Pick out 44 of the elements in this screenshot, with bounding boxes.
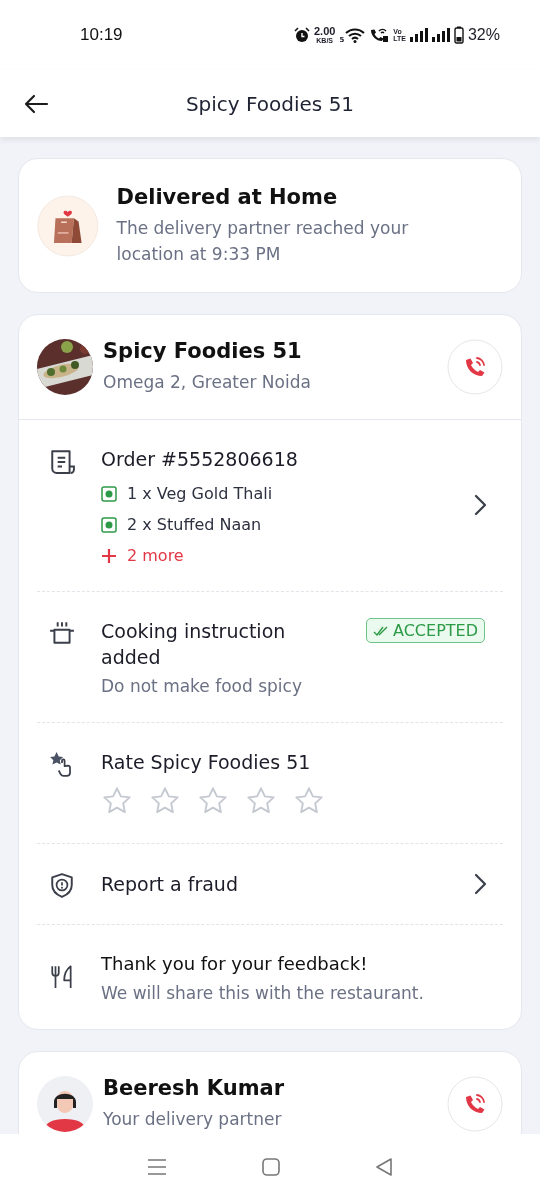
network-speed: 2.00 [313, 26, 336, 37]
report-fraud-link[interactable]: Report a fraud [101, 871, 473, 897]
partner-name: Beeresh Kumar [103, 1076, 286, 1100]
status-title: Delivered at Home [116, 185, 339, 209]
instruction-title: Cooking instruction added [101, 619, 287, 670]
wifi-icon [345, 27, 366, 43]
order-number: Order #5552806618 [101, 447, 299, 472]
back-icon[interactable] [23, 93, 49, 114]
feedback-note: We will share this with the restaurant. [101, 983, 425, 1003]
alarm-icon [293, 27, 310, 43]
signal-icon [409, 28, 428, 42]
wifi-calling-icon [369, 27, 390, 43]
restaurant-name: Spicy Foodies 51 [103, 339, 303, 363]
call-button[interactable] [447, 339, 503, 395]
plus-icon [101, 547, 117, 564]
cutlery-icon [49, 963, 75, 989]
more-items-link[interactable]: 2 more [127, 546, 184, 565]
order-item: 1 x Veg Gold Thali [127, 484, 273, 503]
receipt-icon [49, 448, 75, 474]
partner-role: Your delivery partner [103, 1108, 283, 1131]
chevron-right-icon [473, 873, 487, 895]
order-item: 2 x Stuffed Naan [127, 515, 262, 534]
veg-mark-icon [101, 516, 117, 533]
restaurant-address: Omega 2, Greater Noida [103, 371, 312, 394]
battery-percent: 32% [467, 26, 500, 44]
rating-prompt: Rate Spicy Foodies 51 [101, 750, 312, 775]
home-icon[interactable] [261, 1157, 281, 1177]
instruction-note: Do not make food spicy [101, 676, 303, 696]
signal-icon [431, 28, 450, 42]
back-nav-icon[interactable] [373, 1157, 394, 1177]
double-check-icon [373, 625, 390, 636]
veg-mark-icon [101, 485, 117, 502]
feedback-title: Thank you for your feedback! [101, 952, 369, 976]
badge-label: ACCEPTED [393, 621, 478, 640]
shield-icon [49, 872, 75, 898]
clock-time: 10:19 [80, 25, 123, 45]
chevron-right-icon [473, 493, 487, 516]
call-button[interactable] [447, 1076, 503, 1132]
menu-icon[interactable] [146, 1157, 169, 1177]
battery-icon [453, 26, 464, 44]
pot-icon [49, 620, 75, 646]
status-message: The delivery partner reached your location at 9:33 PM [116, 217, 410, 266]
page-title: Spicy Foodies 51 [185, 91, 355, 116]
avatar-icon [37, 1076, 93, 1132]
